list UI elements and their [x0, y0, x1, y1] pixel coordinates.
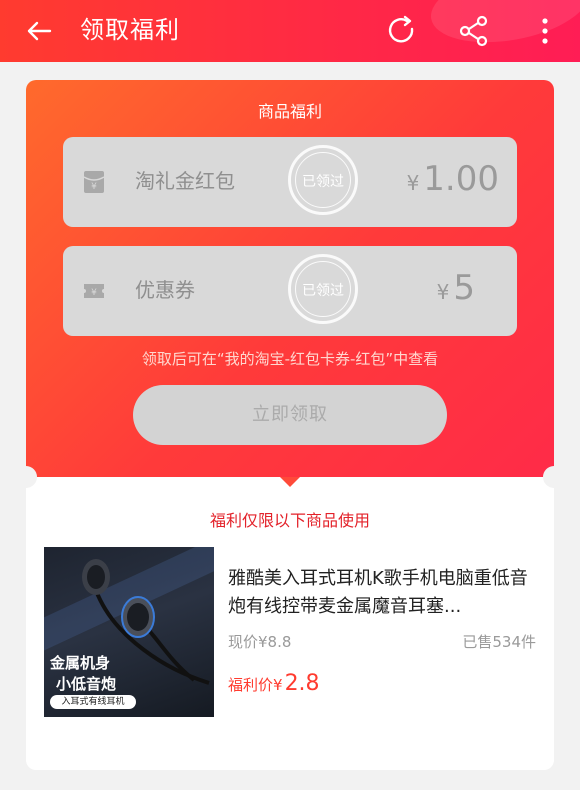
welfare-panel: 商品福利 ¥ 淘礼金红包 已领过 ¥1.00 ¥ 优惠券 已领过 ¥ 5 领取后…	[26, 80, 554, 477]
svg-text:¥: ¥	[91, 288, 97, 298]
top-bar: 领取福利	[0, 0, 580, 62]
card-notch-right	[543, 466, 554, 488]
coupon-value: ¥5	[436, 268, 475, 308]
coupon-discount: ¥ 优惠券 已领过 ¥5	[63, 246, 517, 336]
claim-now-button[interactable]: 立即领取	[133, 385, 447, 445]
claimed-stamp: 已领过	[288, 145, 358, 215]
image-caption-line2: 小低音炮	[56, 675, 117, 693]
claimed-stamp: 已领过	[288, 254, 358, 324]
image-caption-line1: 金属机身	[50, 654, 111, 672]
welfare-price: 福利价¥2.8	[228, 671, 320, 696]
current-price: 现价¥8.8	[228, 633, 292, 651]
welfare-card: 商品福利 ¥ 淘礼金红包 已领过 ¥1.00 ¥ 优惠券 已领过 ¥ 5 领取后…	[26, 80, 554, 770]
welfare-header: 商品福利	[257, 102, 322, 121]
coupon-ticket-icon: ¥	[84, 284, 104, 298]
svg-text:¥: ¥	[91, 182, 97, 192]
product-item[interactable]: 金属机身 小低音炮 入耳式有线耳机 雅酷美入耳式耳机K歌手机电脑重低音炮有线控带…	[44, 547, 536, 719]
coupon-value: ¥1.00	[406, 159, 499, 199]
refresh-icon[interactable]	[383, 12, 421, 50]
sold-count: 已售534件	[462, 633, 536, 651]
coupon-label: 优惠券	[135, 278, 195, 302]
claimed-stamp-text: 已领过	[302, 174, 344, 190]
claim-hint: 领取后可在“我的淘宝-红包卡券-红包”中查看	[141, 350, 439, 368]
claimed-stamp-text: 已领过	[302, 283, 344, 299]
limit-notice: 福利仅限以下商品使用	[209, 511, 370, 530]
pointer-triangle	[280, 477, 300, 487]
more-icon[interactable]	[526, 12, 564, 50]
coupon-red-envelope: ¥ 淘礼金红包 已领过 ¥1.00	[63, 137, 517, 227]
product-name[interactable]: 雅酷美入耳式耳机K歌手机电脑重低音炮有线控带麦金属魔音耳塞...	[228, 565, 533, 621]
page-title: 领取福利	[80, 16, 180, 44]
back-arrow-icon[interactable]	[22, 14, 56, 48]
coupon-label: 淘礼金红包	[135, 169, 235, 193]
share-icon[interactable]	[455, 12, 493, 50]
product-image[interactable]: 金属机身 小低音炮 入耳式有线耳机	[44, 547, 214, 717]
red-envelope-icon: ¥	[83, 171, 105, 193]
image-tag: 入耳式有线耳机	[50, 695, 136, 709]
